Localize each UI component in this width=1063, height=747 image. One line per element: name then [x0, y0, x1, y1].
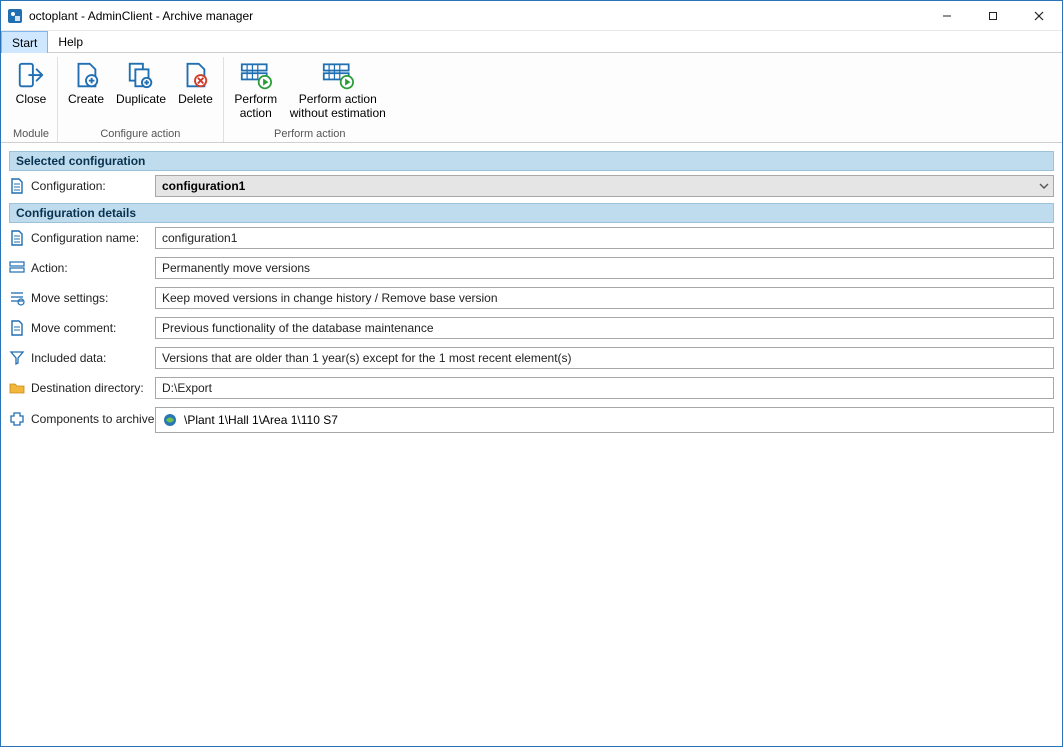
create-button[interactable]: Create	[62, 57, 110, 107]
window-title: octoplant - AdminClient - Archive manage…	[29, 9, 253, 23]
label-destination-directory-text: Destination directory:	[31, 381, 144, 395]
content-area: Selected configuration Configuration: co…	[1, 143, 1062, 746]
config-name-field[interactable]: configuration1	[155, 227, 1054, 249]
filter-icon	[9, 350, 25, 366]
duplicate-icon	[125, 59, 157, 91]
row-config-name: Configuration name: configuration1	[9, 223, 1054, 253]
included-data-value: Versions that are older than 1 year(s) e…	[162, 351, 572, 365]
comment-icon	[9, 320, 25, 336]
label-configuration-text: Configuration:	[31, 179, 106, 193]
section-selected-configuration: Selected configuration	[9, 151, 1054, 171]
close-module-icon	[15, 59, 47, 91]
label-config-name-text: Configuration name:	[31, 231, 139, 245]
app-icon	[7, 8, 23, 24]
row-move-comment: Move comment: Previous functionality of …	[9, 313, 1054, 343]
row-action: Action: Permanently move versions	[9, 253, 1054, 283]
perform-action-icon	[240, 59, 272, 91]
move-settings-field[interactable]: Keep moved versions in change history / …	[155, 287, 1054, 309]
label-configuration: Configuration:	[9, 178, 149, 194]
action-value: Permanently move versions	[162, 261, 310, 275]
ribbon-group-configure-label: Configure action	[62, 127, 219, 142]
menu-start[interactable]: Start	[1, 31, 48, 53]
perform-action-no-estimation-label: Perform action without estimation	[290, 93, 386, 121]
included-data-field[interactable]: Versions that are older than 1 year(s) e…	[155, 347, 1054, 369]
close-button[interactable]: Close	[9, 57, 53, 107]
label-move-comment: Move comment:	[9, 320, 149, 336]
label-action: Action:	[9, 260, 149, 276]
perform-action-button[interactable]: Perform action	[228, 57, 284, 121]
document-icon	[9, 178, 25, 194]
label-config-name: Configuration name:	[9, 230, 149, 246]
row-destination-directory: Destination directory: D:\Export	[9, 373, 1054, 403]
chevron-down-icon	[1039, 181, 1049, 191]
label-destination-directory: Destination directory:	[9, 380, 149, 396]
delete-button-label: Delete	[178, 93, 213, 107]
close-button-label: Close	[16, 93, 47, 107]
perform-action-no-estimation-button[interactable]: Perform action without estimation	[284, 57, 392, 121]
component-item-path: \Plant 1\Hall 1\Area 1\110 S7	[184, 413, 338, 427]
component-item-icon	[162, 412, 178, 428]
ribbon-group-configure: Create Duplicate	[58, 57, 224, 142]
perform-action-no-estimation-icon	[322, 59, 354, 91]
close-window-button[interactable]	[1016, 1, 1062, 31]
configuration-dropdown[interactable]: configuration1	[155, 175, 1054, 197]
move-comment-value: Previous functionality of the database m…	[162, 321, 434, 335]
label-move-settings: Move settings:	[9, 290, 149, 306]
ribbon-group-module: Close Module	[5, 57, 58, 142]
folder-icon	[9, 380, 25, 396]
configuration-dropdown-value: configuration1	[162, 179, 245, 193]
row-components: Components to archive: \Plant 1\Hall 1\A…	[9, 403, 1054, 738]
label-action-text: Action:	[31, 261, 68, 275]
move-comment-field[interactable]: Previous functionality of the database m…	[155, 317, 1054, 339]
move-settings-value: Keep moved versions in change history / …	[162, 291, 498, 305]
delete-icon	[179, 59, 211, 91]
label-components: Components to archive:	[9, 407, 149, 427]
component-item[interactable]: \Plant 1\Hall 1\Area 1\110 S7	[162, 412, 1047, 428]
duplicate-button[interactable]: Duplicate	[110, 57, 172, 107]
menubar: Start Help	[1, 31, 1062, 53]
perform-action-label: Perform action	[234, 93, 277, 121]
components-listbox[interactable]: \Plant 1\Hall 1\Area 1\110 S7	[155, 407, 1054, 433]
row-configuration: Configuration: configuration1	[9, 171, 1054, 201]
destination-directory-value: D:\Export	[162, 381, 212, 395]
label-included-data-text: Included data:	[31, 351, 106, 365]
config-name-value: configuration1	[162, 231, 237, 245]
label-move-settings-text: Move settings:	[31, 291, 108, 305]
ribbon-group-perform: Perform action Perform action without es…	[224, 57, 396, 142]
settings-list-icon	[9, 290, 25, 306]
ribbon-group-module-label: Module	[9, 127, 53, 142]
action-field[interactable]: Permanently move versions	[155, 257, 1054, 279]
ribbon: Close Module Create	[1, 53, 1062, 143]
row-move-settings: Move settings: Keep moved versions in ch…	[9, 283, 1054, 313]
label-components-text: Components to archive:	[31, 412, 158, 426]
titlebar: octoplant - AdminClient - Archive manage…	[1, 1, 1062, 31]
delete-button[interactable]: Delete	[172, 57, 219, 107]
ribbon-group-perform-label: Perform action	[228, 127, 392, 142]
label-move-comment-text: Move comment:	[31, 321, 116, 335]
section-configuration-details: Configuration details	[9, 203, 1054, 223]
row-included-data: Included data: Versions that are older t…	[9, 343, 1054, 373]
duplicate-button-label: Duplicate	[116, 93, 166, 107]
document-icon	[9, 230, 25, 246]
label-included-data: Included data:	[9, 350, 149, 366]
action-icon	[9, 260, 25, 276]
create-button-label: Create	[68, 93, 104, 107]
destination-directory-field[interactable]: D:\Export	[155, 377, 1054, 399]
menu-help[interactable]: Help	[48, 31, 93, 52]
create-icon	[70, 59, 102, 91]
maximize-button[interactable]	[970, 1, 1016, 31]
component-icon	[9, 411, 25, 427]
minimize-button[interactable]	[924, 1, 970, 31]
